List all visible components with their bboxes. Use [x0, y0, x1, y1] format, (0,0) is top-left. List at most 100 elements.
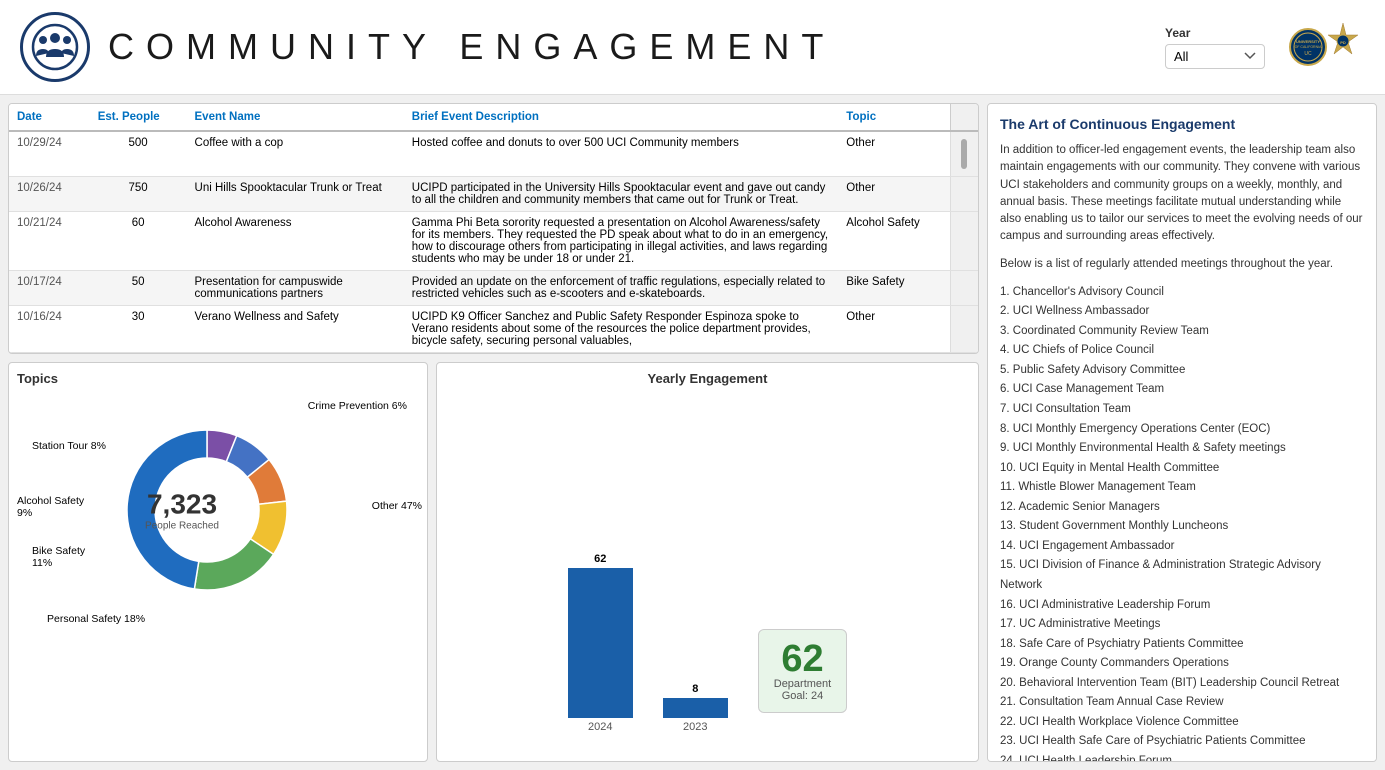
- legend-other: Other 47%: [372, 500, 422, 512]
- list-item: 23. UCI Health Safe Care of Psychiatric …: [1000, 732, 1364, 752]
- svg-text:UNIVERSITY: UNIVERSITY: [1295, 39, 1319, 44]
- right-panel-intro: In addition to officer-led engagement ev…: [1000, 142, 1364, 246]
- legend-station: Station Tour 8%: [32, 440, 106, 452]
- barchart-panel: Yearly Engagement 62 2024 8 2023: [436, 362, 979, 762]
- col-header-people: Est. People: [90, 104, 187, 131]
- bar-2023-rect: [663, 698, 728, 718]
- list-item: 3. Coordinated Community Review Team: [1000, 322, 1364, 342]
- bar-2024-rect: [568, 568, 633, 718]
- cell-desc: Hosted coffee and donuts to over 500 UCI…: [404, 131, 839, 177]
- bottom-charts: Topics 7,323 People Reached Crime Preven…: [8, 362, 979, 762]
- cell-people: 30: [90, 306, 187, 353]
- cell-desc: Provided an update on the enforcement of…: [404, 271, 839, 306]
- col-header-date: Date: [9, 104, 90, 131]
- list-item: 14. UCI Engagement Ambassador: [1000, 537, 1364, 557]
- cell-topic: Alcohol Safety: [838, 212, 950, 271]
- list-item: 16. UCI Administrative Leadership Forum: [1000, 596, 1364, 616]
- col-header-desc: Brief Event Description: [404, 104, 839, 131]
- police-badge: UNIVERSITY OF CALIFORNIA UC PD: [1285, 12, 1365, 82]
- list-item: 13. Student Government Monthly Luncheons: [1000, 517, 1364, 537]
- right-panel: The Art of Continuous Engagement In addi…: [987, 103, 1377, 762]
- cell-people: 750: [90, 177, 187, 212]
- bar-2024-label: 2024: [588, 721, 612, 733]
- main-content: Date Est. People Event Name Brief Event …: [0, 95, 1385, 770]
- table-row: 10/16/24 30 Verano Wellness and Safety U…: [9, 306, 978, 353]
- col-header-topic: Topic: [838, 104, 950, 131]
- cell-event: Verano Wellness and Safety: [187, 306, 404, 353]
- legend-personal: Personal Safety 18%: [47, 613, 145, 625]
- cell-event: Coffee with a cop: [187, 131, 404, 177]
- list-item: 17. UC Administrative Meetings: [1000, 615, 1364, 635]
- cell-people: 60: [90, 212, 187, 271]
- cell-date: 10/16/24: [9, 306, 90, 353]
- cell-date: 10/17/24: [9, 271, 90, 306]
- list-item: 4. UC Chiefs of Police Council: [1000, 341, 1364, 361]
- list-item: 2. UCI Wellness Ambassador: [1000, 302, 1364, 322]
- donut-center: 7,323 People Reached: [145, 489, 219, 532]
- bar-2024: 62 2024: [568, 553, 633, 733]
- logo-circle: [20, 12, 90, 82]
- scroll-cell: [950, 271, 978, 306]
- bar-2023-value: 8: [692, 683, 698, 695]
- list-item: 6. UCI Case Management Team: [1000, 380, 1364, 400]
- list-item: 22. UCI Health Workplace Violence Commit…: [1000, 713, 1364, 733]
- list-item: 18. Safe Care of Psychiatry Patients Com…: [1000, 635, 1364, 655]
- bar-2023: 8 2023: [663, 683, 728, 733]
- svg-text:PD: PD: [1340, 40, 1346, 45]
- donut-label: People Reached: [145, 521, 219, 532]
- list-item: 15. UCI Division of Finance & Administra…: [1000, 556, 1364, 595]
- table-row: 10/21/24 60 Alcohol Awareness Gamma Phi …: [9, 212, 978, 271]
- legend-alcohol: Alcohol Safety9%: [17, 495, 84, 519]
- left-panel: Date Est. People Event Name Brief Event …: [0, 95, 987, 770]
- goal-dept: Department: [774, 678, 831, 690]
- list-item: 20. Behavioral Intervention Team (BIT) L…: [1000, 674, 1364, 694]
- svg-text:UC: UC: [1304, 51, 1312, 57]
- cell-topic: Other: [838, 177, 950, 212]
- donut-number: 7,323: [145, 489, 219, 521]
- col-header-event: Event Name: [187, 104, 404, 131]
- scroll-cell: [950, 131, 978, 177]
- badge-svg: UNIVERSITY OF CALIFORNIA UC PD: [1288, 15, 1363, 80]
- goal-number: 62: [781, 640, 823, 678]
- barchart-title: Yearly Engagement: [445, 371, 970, 386]
- right-panel-subtext: Below is a list of regularly attended me…: [1000, 256, 1364, 273]
- year-label: Year: [1165, 26, 1265, 40]
- legend-crime: Crime Prevention 6%: [308, 400, 407, 412]
- scroll-cell: [950, 177, 978, 212]
- bar-2023-label: 2023: [683, 721, 707, 733]
- table-row: 10/17/24 50 Presentation for campuswide …: [9, 271, 978, 306]
- cell-desc: UCIPD participated in the University Hil…: [404, 177, 839, 212]
- table-row: 10/26/24 750 Uni Hills Spooktacular Trun…: [9, 177, 978, 212]
- header-controls: Year All 2024 2023 UNIVERSITY OF CALIFOR…: [1165, 12, 1365, 82]
- cell-date: 10/29/24: [9, 131, 90, 177]
- list-item: 24. UCI Health Leadership Forum: [1000, 752, 1364, 762]
- logo-icon: [30, 22, 80, 72]
- scroll-cell: [950, 212, 978, 271]
- list-item: 19. Orange County Commanders Operations: [1000, 654, 1364, 674]
- right-panel-title: The Art of Continuous Engagement: [1000, 116, 1364, 132]
- cell-people: 50: [90, 271, 187, 306]
- cell-topic: Other: [838, 131, 950, 177]
- list-item: 5. Public Safety Advisory Committee: [1000, 361, 1364, 381]
- scroll-cell: [950, 306, 978, 353]
- bar-2024-value: 62: [594, 553, 606, 565]
- scroll-indicator[interactable]: [961, 139, 967, 169]
- goal-target: Goal: 24: [782, 690, 824, 702]
- list-item: 10. UCI Equity in Mental Health Committe…: [1000, 459, 1364, 479]
- cell-topic: Bike Safety: [838, 271, 950, 306]
- list-item: 12. Academic Senior Managers: [1000, 498, 1364, 518]
- list-item: 11. Whistle Blower Management Team: [1000, 478, 1364, 498]
- list-item: 8. UCI Monthly Emergency Operations Cent…: [1000, 420, 1364, 440]
- cell-date: 10/21/24: [9, 212, 90, 271]
- table-row: 10/29/24 500 Coffee with a cop Hosted co…: [9, 131, 978, 177]
- cell-date: 10/26/24: [9, 177, 90, 212]
- header: COMMUNITY ENGAGEMENT Year All 2024 2023 …: [0, 0, 1385, 95]
- topics-title: Topics: [17, 371, 419, 386]
- events-table: Date Est. People Event Name Brief Event …: [9, 104, 978, 353]
- year-select[interactable]: All 2024 2023: [1165, 44, 1265, 69]
- legend-bike: Bike Safety11%: [32, 545, 85, 569]
- cell-event: Uni Hills Spooktacular Trunk or Treat: [187, 177, 404, 212]
- barchart-content: 62 2024 8 2023 62 Department Goal: 2: [445, 390, 970, 753]
- cell-event: Alcohol Awareness: [187, 212, 404, 271]
- list-item: 21. Consultation Team Annual Case Review: [1000, 693, 1364, 713]
